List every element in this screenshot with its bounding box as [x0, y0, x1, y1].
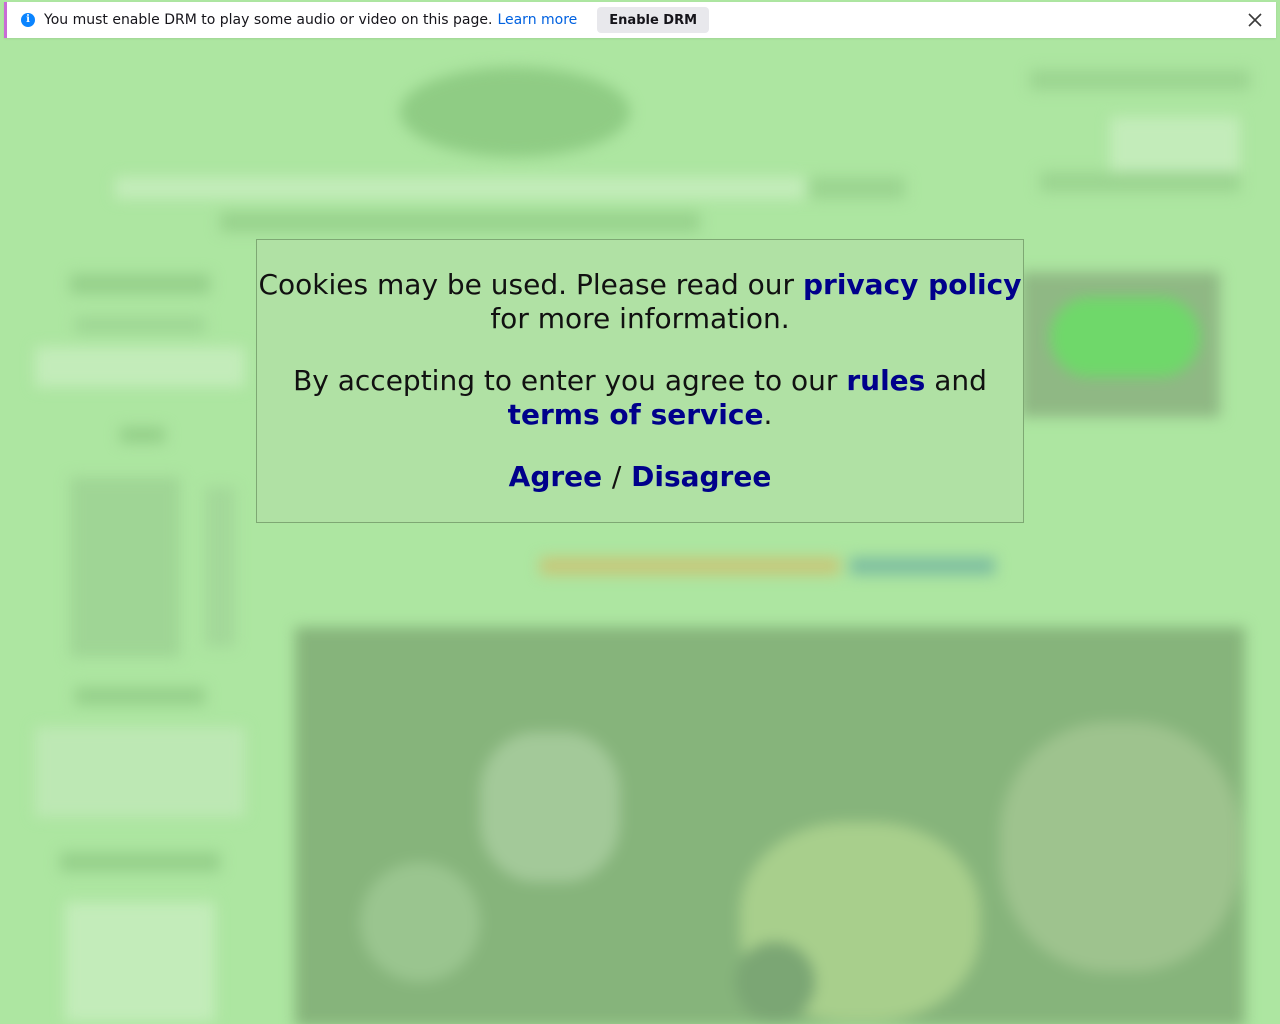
headline-line [540, 557, 840, 575]
close-icon[interactable] [1246, 11, 1264, 29]
sidebar-box-3 [65, 902, 215, 1022]
nav-row [220, 212, 700, 232]
sidebar-header-3 [60, 852, 220, 872]
info-icon: i [21, 13, 35, 27]
sidebar-header-2 [75, 687, 205, 705]
cookie-line-1: Cookies may be used. Please read our pri… [257, 268, 1023, 336]
video-highlight-2 [360, 862, 480, 982]
cookie-actions: Agree / Disagree [257, 460, 1023, 494]
enable-drm-button[interactable]: Enable DRM [597, 7, 710, 33]
cookie-consent-modal: Cookies may be used. Please read our pri… [256, 239, 1024, 523]
cookie-line-2: By accepting to enter you agree to our r… [257, 364, 1023, 432]
headline-link [850, 557, 995, 575]
agreement-text: By accepting to enter you agree to our [293, 364, 838, 397]
login-row [1040, 172, 1240, 192]
sidebar-line [75, 317, 205, 333]
search-button [810, 177, 905, 199]
sidebar-bar [205, 487, 235, 647]
site-logo [400, 67, 630, 157]
period-text: . [763, 398, 773, 431]
and-text: and [934, 364, 987, 397]
sidebar-figure [70, 477, 180, 657]
drm-notification-bar: i You must enable DRM to play some audio… [4, 2, 1276, 38]
sidebar-item [120, 427, 165, 443]
login-box [1110, 117, 1240, 172]
play-button-icon [735, 942, 815, 1022]
privacy-policy-link[interactable]: privacy policy [803, 268, 1022, 301]
banner-ad-button [1050, 297, 1200, 377]
search-bar [115, 177, 805, 199]
sidebar-header [70, 274, 210, 294]
disagree-link[interactable]: Disagree [631, 460, 771, 493]
sidebar-box [35, 347, 245, 387]
blurred-content [0, 42, 1280, 1024]
agree-link[interactable]: Agree [509, 460, 603, 493]
sidebar-box-2 [35, 727, 245, 817]
cookie-text-suffix: for more information. [490, 302, 790, 335]
video-highlight-1 [480, 732, 620, 882]
login-area [1030, 70, 1250, 90]
learn-more-link[interactable]: Learn more [497, 12, 577, 28]
video-highlight-4 [1000, 722, 1240, 972]
terms-of-service-link[interactable]: terms of service [508, 398, 764, 431]
separator: / [611, 460, 622, 493]
drm-message: You must enable DRM to play some audio o… [44, 12, 493, 28]
rules-link[interactable]: rules [846, 364, 925, 397]
blurred-page-background [0, 42, 1280, 1024]
cookie-text-prefix: Cookies may be used. Please read our [258, 268, 795, 301]
